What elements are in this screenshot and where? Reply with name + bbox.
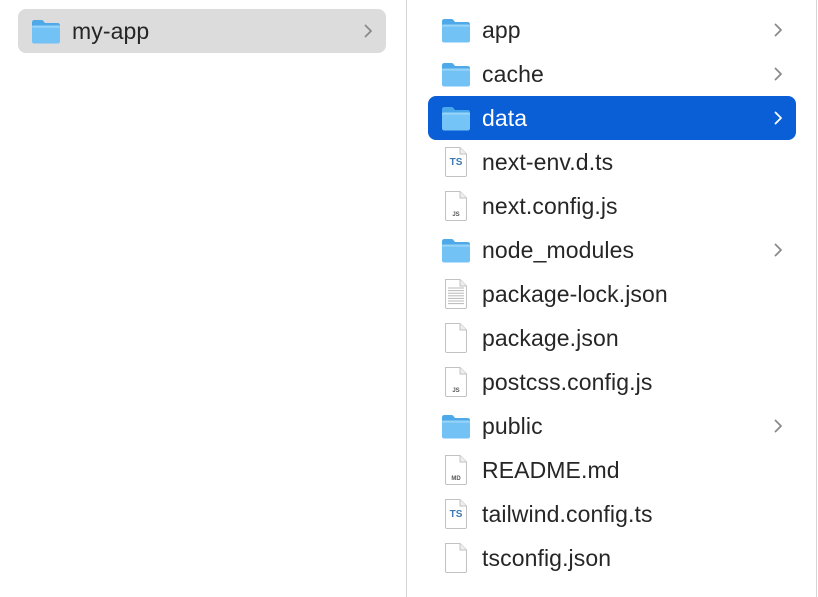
file-row-postcss-config-js[interactable]: JS postcss.config.js bbox=[428, 360, 796, 404]
svg-text:JS: JS bbox=[452, 388, 459, 394]
file-name-label: package.json bbox=[482, 325, 619, 351]
text-file-icon bbox=[440, 278, 472, 310]
file-name-label: package-lock.json bbox=[482, 281, 668, 307]
file-row-app[interactable]: app bbox=[428, 8, 796, 52]
svg-text:TS: TS bbox=[450, 509, 463, 520]
file-name-label: my-app bbox=[72, 18, 150, 44]
typescript-file-icon: TS bbox=[440, 498, 472, 530]
file-name-label: next.config.js bbox=[482, 193, 618, 219]
file-row-next-config-js[interactable]: JS next.config.js bbox=[428, 184, 796, 228]
file-row-package-json[interactable]: package.json bbox=[428, 316, 796, 360]
file-row-cache[interactable]: cache bbox=[428, 52, 796, 96]
folder-icon bbox=[440, 14, 472, 46]
svg-text:TS: TS bbox=[450, 157, 463, 168]
chevron-right-icon bbox=[772, 66, 784, 82]
svg-text:JS: JS bbox=[452, 212, 459, 218]
file-row-data[interactable]: data bbox=[428, 96, 796, 140]
file-name-label: public bbox=[482, 413, 543, 439]
file-name-label: postcss.config.js bbox=[482, 369, 653, 395]
file-name-label: cache bbox=[482, 61, 544, 87]
folder-icon bbox=[440, 410, 472, 442]
document-icon bbox=[440, 322, 472, 354]
folder-icon bbox=[440, 58, 472, 90]
column-root[interactable]: my-app bbox=[0, 0, 407, 597]
javascript-file-icon: JS bbox=[440, 190, 472, 222]
file-name-label: tailwind.config.ts bbox=[482, 501, 653, 527]
file-row-public[interactable]: public bbox=[428, 404, 796, 448]
file-name-label: data bbox=[482, 105, 528, 131]
file-row-package-lock-json[interactable]: package-lock.json bbox=[428, 272, 796, 316]
folder-icon bbox=[440, 102, 472, 134]
file-row-my-app[interactable]: my-app bbox=[18, 9, 386, 53]
typescript-file-icon: TS bbox=[440, 146, 472, 178]
chevron-right-icon bbox=[362, 23, 374, 39]
column-my-app[interactable]: app cache data TS next-env.d.ts JS next.… bbox=[407, 0, 817, 597]
file-row-next-env-d-ts[interactable]: TS next-env.d.ts bbox=[428, 140, 796, 184]
javascript-file-icon: JS bbox=[440, 366, 472, 398]
file-name-label: app bbox=[482, 17, 521, 43]
file-row-readme-md[interactable]: MD README.md bbox=[428, 448, 796, 492]
chevron-right-icon bbox=[772, 418, 784, 434]
file-row-tailwind-config-ts[interactable]: TS tailwind.config.ts bbox=[428, 492, 796, 536]
file-name-label: README.md bbox=[482, 457, 620, 483]
document-icon bbox=[440, 542, 472, 574]
file-name-label: tsconfig.json bbox=[482, 545, 612, 571]
svg-text:MD: MD bbox=[451, 476, 461, 482]
chevron-right-icon bbox=[772, 242, 784, 258]
file-name-label: next-env.d.ts bbox=[482, 149, 614, 175]
folder-icon bbox=[440, 234, 472, 266]
file-row-node-modules[interactable]: node_modules bbox=[428, 228, 796, 272]
column-browser: my-app app cache data TS next-env.d.ts J… bbox=[0, 0, 818, 597]
folder-icon bbox=[30, 15, 62, 47]
markdown-file-icon: MD bbox=[440, 454, 472, 486]
chevron-right-icon bbox=[772, 22, 784, 38]
file-row-tsconfig-json[interactable]: tsconfig.json bbox=[428, 536, 796, 580]
chevron-right-icon bbox=[772, 110, 784, 126]
file-name-label: node_modules bbox=[482, 237, 635, 263]
